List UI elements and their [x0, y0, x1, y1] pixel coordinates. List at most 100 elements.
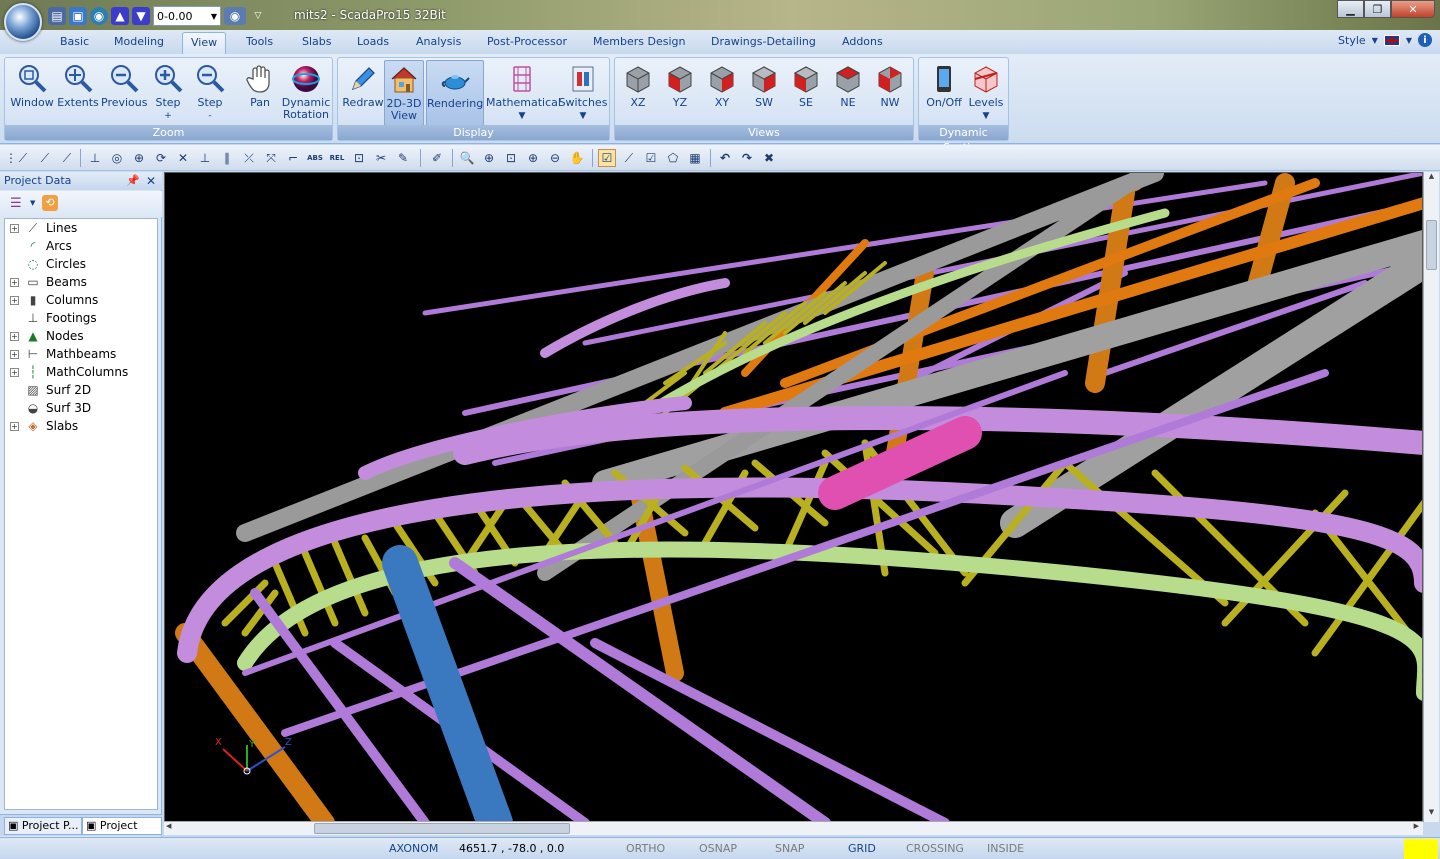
cut-icon[interactable]: ✂ [372, 149, 390, 167]
apparent-intersection-icon[interactable]: ⤫ [240, 149, 258, 167]
crossing-toggle[interactable]: CROSSING [906, 842, 964, 855]
mathematical-button[interactable]: Mathematical ▼ [486, 60, 561, 124]
tab-analysis[interactable]: Analysis [408, 32, 469, 54]
expand-icon[interactable]: + [10, 349, 19, 359]
tab-project-data[interactable]: ▣ Project D... [82, 817, 162, 848]
tree-item-mathbeams[interactable]: + ⊢ Mathbeams [5, 345, 116, 363]
redo-icon[interactable]: ↷ [738, 149, 756, 167]
tree-item-columns[interactable]: + ▮ Columns [5, 291, 98, 309]
tab-tools[interactable]: Tools [238, 32, 281, 54]
grid-toggle[interactable]: GRID [848, 842, 876, 855]
tab-addons[interactable]: Addons [834, 32, 891, 54]
perpendicular-icon[interactable]: ⊥ [86, 149, 104, 167]
zoom-extents-tb-icon[interactable]: ⊕ [524, 149, 542, 167]
tree-item-footings[interactable]: ⊥ Footings [5, 309, 97, 327]
style-menu[interactable]: Style [1338, 34, 1366, 47]
abs-coordinates-icon[interactable]: ABS [306, 149, 324, 167]
undo-icon[interactable]: ↶ [716, 149, 734, 167]
snap-toggle[interactable]: SNAP [775, 842, 804, 855]
tree-item-slabs[interactable]: + ◈ Slabs [5, 417, 78, 435]
zoom-step-in-button[interactable]: Step + [145, 60, 191, 124]
arrow-up-icon[interactable]: ▲ [111, 7, 129, 25]
restore-button[interactable]: ❐ [1364, 0, 1391, 18]
3d-viewport[interactable]: X Y Z [164, 172, 1423, 822]
expand-icon[interactable]: + [10, 277, 19, 287]
open-icon[interactable]: ▣ [69, 7, 87, 25]
view-yz-button[interactable]: YZ [659, 60, 701, 124]
zoom-window-button[interactable]: Window [9, 60, 55, 124]
2d-3d-view-button[interactable]: 2D-3D View [384, 60, 424, 126]
zoom-in-tb-icon[interactable]: ⊕ [480, 149, 498, 167]
scroll-left-icon[interactable]: ◀ [166, 822, 171, 830]
qat-menu-icon[interactable]: ▽ [249, 7, 267, 25]
center-icon[interactable]: ◎ [108, 149, 126, 167]
vertical-scrollbar[interactable]: ▲ ▼ [1423, 172, 1439, 822]
quadrant-icon[interactable]: ⊕ [130, 149, 148, 167]
grid-icon[interactable]: ▦ [686, 149, 704, 167]
intersection-icon[interactable]: ✕ [174, 149, 192, 167]
inside-toggle[interactable]: INSIDE [987, 842, 1024, 855]
pan-button[interactable]: Pan [237, 60, 283, 124]
app-menu-orb[interactable] [4, 3, 42, 41]
line-snap-icon[interactable]: ⟋ [58, 149, 76, 167]
arrow-down-icon[interactable]: ▼ [132, 7, 150, 25]
insertion-icon[interactable]: ⌐ [284, 149, 302, 167]
tab-view[interactable]: View [182, 32, 227, 54]
zoom-previous-button[interactable]: Previous [101, 60, 148, 124]
switches-button[interactable]: Switches ▼ [558, 60, 608, 124]
language-dropdown-icon[interactable]: ▼ [1406, 36, 1412, 45]
tree-item-mathcolumns[interactable]: + ┆ MathColumns [5, 363, 128, 381]
tree-item-surf-3d[interactable]: ◒ Surf 3D [5, 399, 91, 417]
delete-icon[interactable]: ✖ [760, 149, 778, 167]
tree-item-lines[interactable]: + ⟋ Lines [5, 219, 77, 237]
globe-icon[interactable]: ◉ [90, 7, 108, 25]
extension-icon[interactable]: ⤧ [262, 149, 280, 167]
minimize-button[interactable]: ▁ [1337, 0, 1364, 18]
parallel-icon[interactable]: ∥ [218, 149, 236, 167]
horizontal-scrollbar[interactable]: ◀ ▶ [164, 821, 1423, 835]
zoom-extents-button[interactable]: Extents [55, 60, 101, 124]
section-levels-button[interactable]: Levels ▼ [963, 60, 1009, 124]
rendering-button[interactable]: Rendering [426, 60, 484, 126]
expand-icon[interactable]: + [10, 367, 19, 377]
tab-post-processor[interactable]: Post-Processor [479, 32, 575, 54]
ortho-toggle[interactable]: ORTHO [626, 842, 665, 855]
zoom-step-out-button[interactable]: Step - [187, 60, 233, 124]
zoom-tb-icon[interactable]: 🔍 [458, 149, 476, 167]
expand-icon[interactable]: + [10, 223, 19, 233]
osnap-toggle[interactable]: OSNAP [699, 842, 737, 855]
tree-item-arcs[interactable]: ◜ Arcs [5, 237, 72, 255]
vertical-scroll-thumb[interactable] [1426, 220, 1437, 270]
redraw-button[interactable]: Redraw [340, 60, 386, 124]
pen-icon[interactable]: ✐ [428, 149, 446, 167]
tab-slabs[interactable]: Slabs [294, 32, 340, 54]
tab-basic[interactable]: Basic [52, 32, 97, 54]
pentagon-icon[interactable]: ⬠ [664, 149, 682, 167]
view-sw-button[interactable]: SW [743, 60, 785, 124]
tree-item-circles[interactable]: ◌ Circles [5, 255, 86, 273]
tab-modeling[interactable]: Modeling [106, 32, 172, 54]
eye-icon[interactable]: ◉ [224, 7, 246, 25]
view-xz-button[interactable]: XZ [617, 60, 659, 124]
zoom-window-tb-icon[interactable]: ⊡ [502, 149, 520, 167]
tree-item-surf-2d[interactable]: ▨ Surf 2D [5, 381, 91, 399]
tab-project-properties[interactable]: ▣ Project P... [4, 817, 83, 835]
lasso-icon[interactable]: ✎ [394, 149, 412, 167]
check-list-icon[interactable]: ☑ [642, 149, 660, 167]
save-icon[interactable]: ▤ [48, 7, 66, 25]
rel-coordinates-icon[interactable]: REL [328, 149, 346, 167]
tree-item-nodes[interactable]: + ▲ Nodes [5, 327, 84, 345]
view-ne-button[interactable]: NE [827, 60, 869, 124]
tab-members-design[interactable]: Members Design [585, 32, 693, 54]
graph-icon[interactable]: ⟋ [620, 149, 638, 167]
pin-icon[interactable]: 📌 [126, 172, 140, 190]
nearest-icon[interactable]: ⊥ [196, 149, 214, 167]
help-icon[interactable]: i [1418, 33, 1432, 47]
tree-view-dropdown-icon[interactable]: ▼ [30, 199, 35, 207]
expand-icon[interactable]: + [10, 295, 19, 305]
scroll-right-icon[interactable]: ▶ [1414, 822, 1419, 830]
check-icon[interactable]: ☑ [598, 149, 616, 167]
scroll-down-icon[interactable]: ▼ [1424, 808, 1439, 822]
tree-view-icon[interactable]: ☰ [10, 196, 22, 211]
zoom-out-tb-icon[interactable]: ⊖ [546, 149, 564, 167]
